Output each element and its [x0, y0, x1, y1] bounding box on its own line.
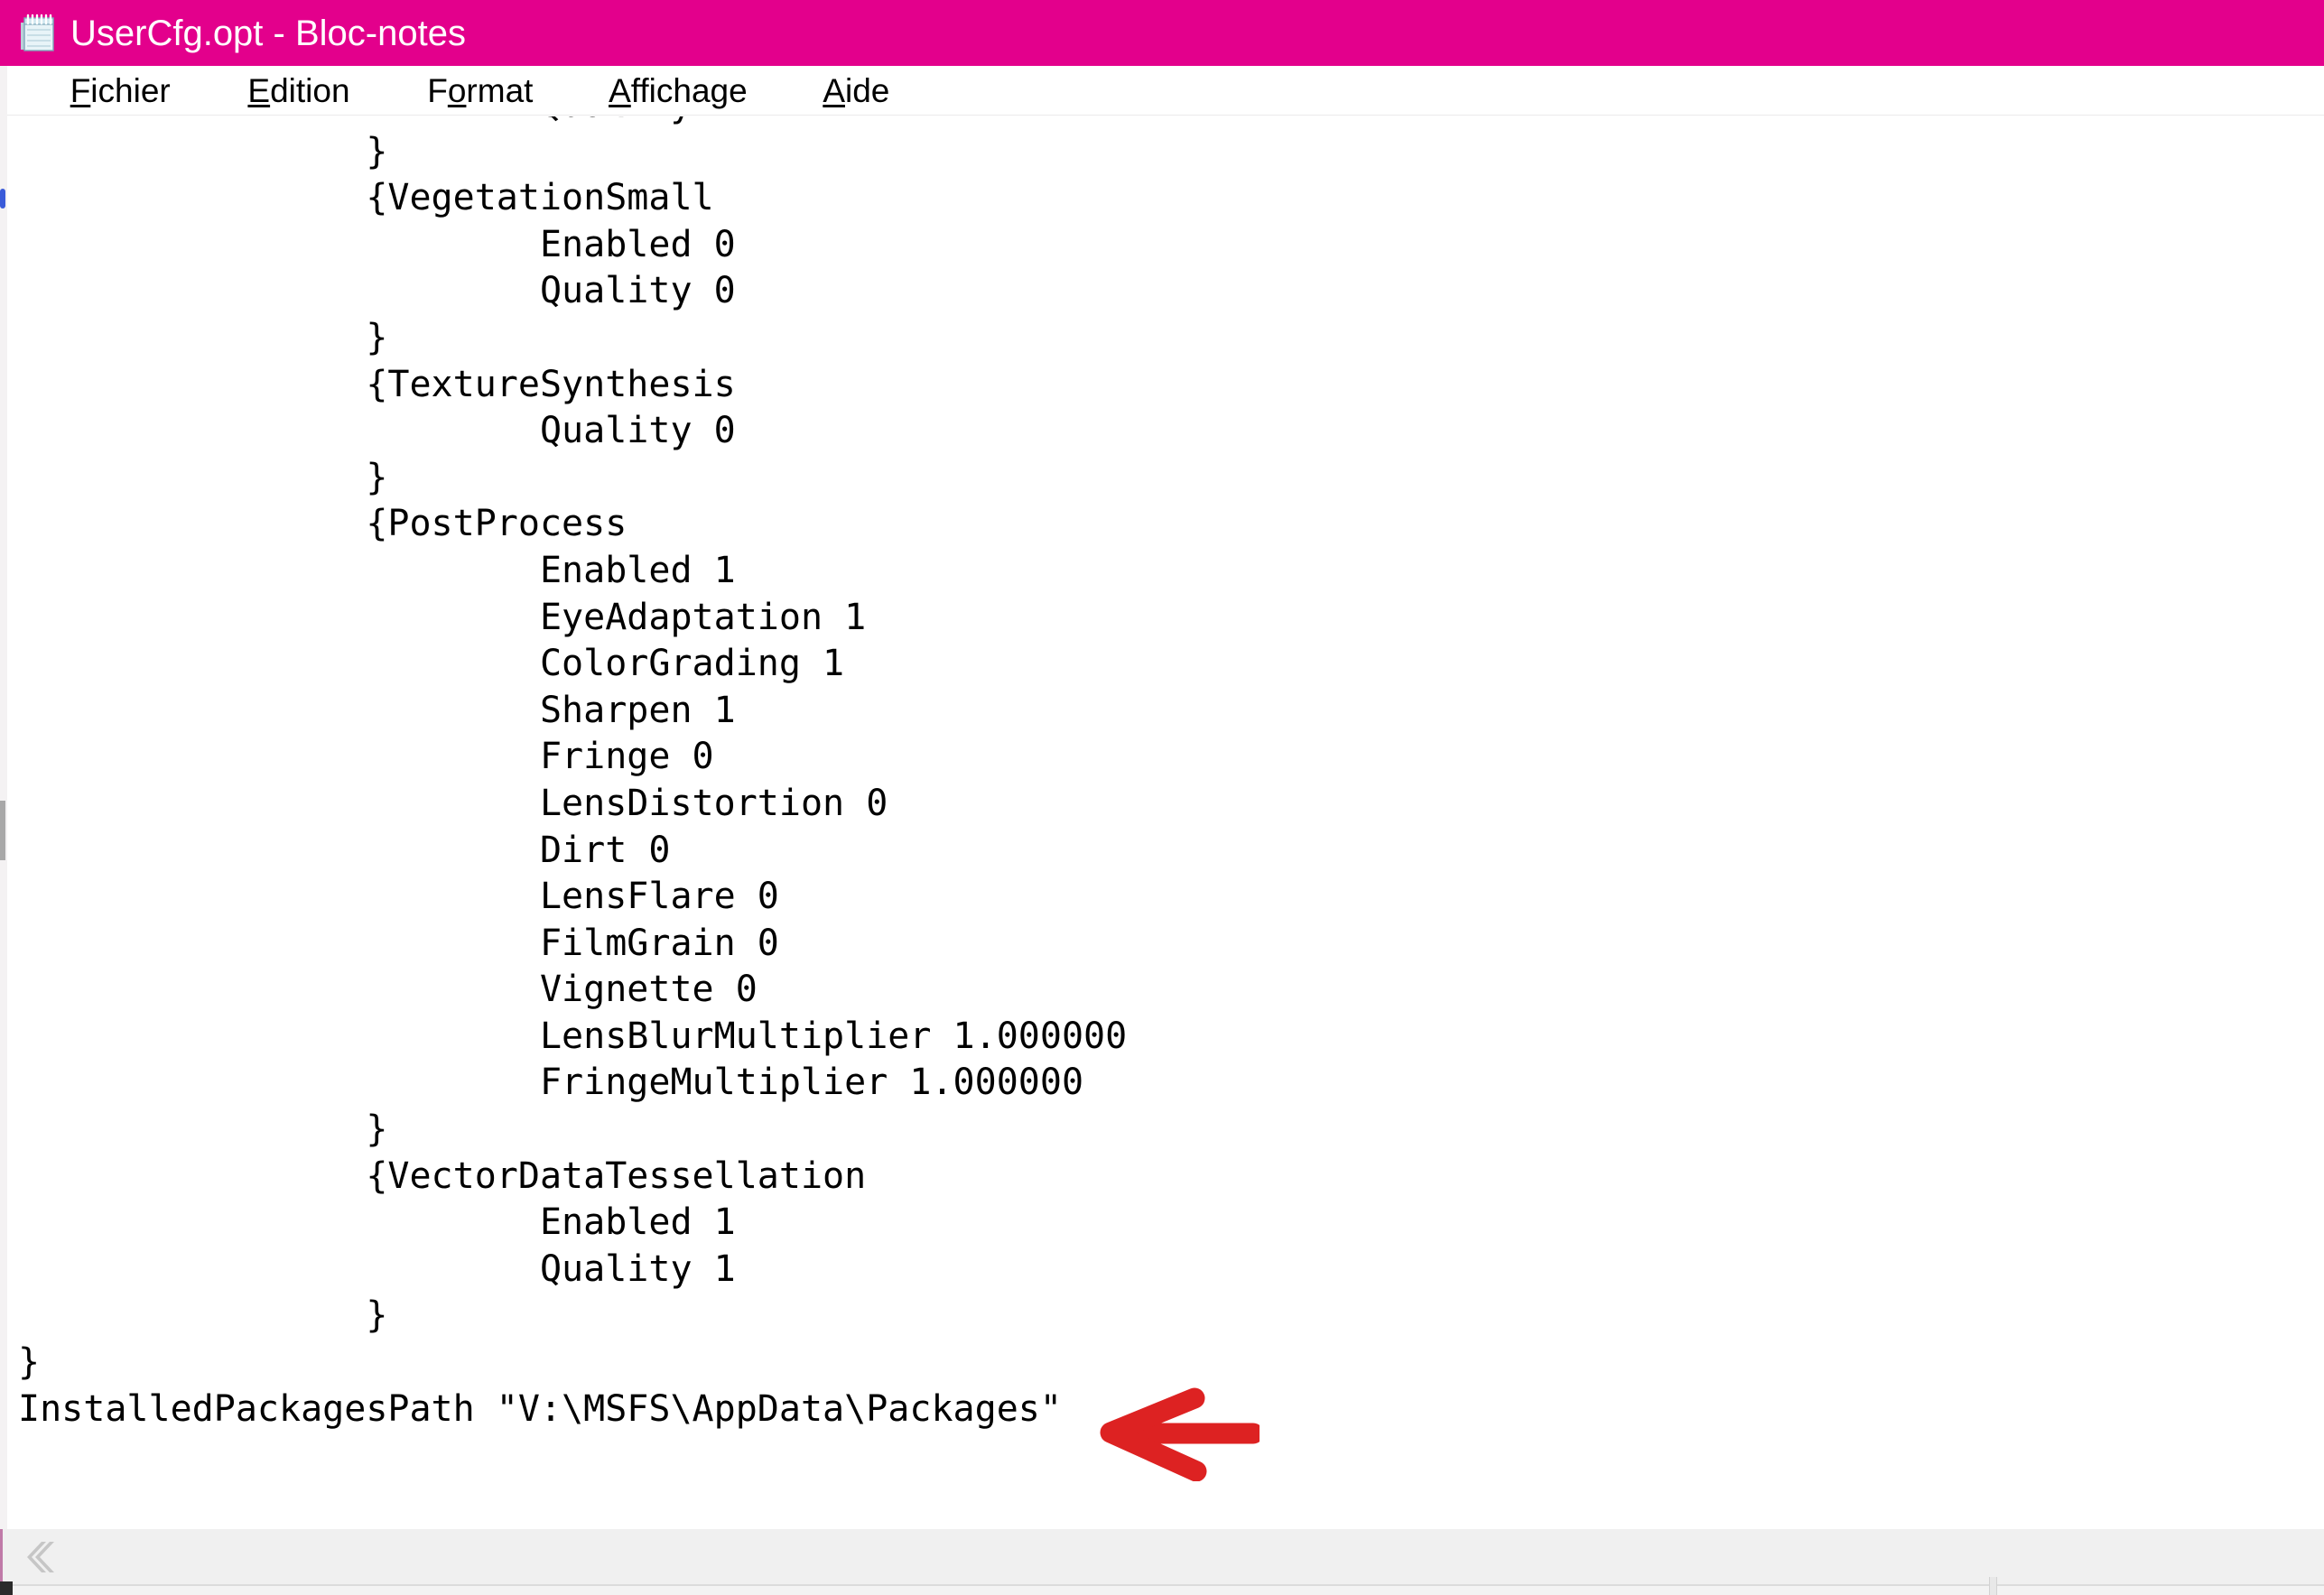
- menu-aide-accel: A: [823, 71, 845, 109]
- menu-edition-accel: E: [247, 71, 271, 109]
- menu-edition-rest: dition: [270, 71, 350, 109]
- menu-affichage-rest: ffichage: [630, 71, 748, 109]
- edge-artifact-blue: [0, 189, 5, 209]
- menu-format-pre: F: [427, 71, 448, 109]
- edge-artifact-grey: [0, 801, 5, 860]
- menu-format-rest: rmat: [466, 71, 534, 109]
- editor-text-area[interactable]: Quality 1 } {VegetationSmall Enabled 0 Q…: [0, 116, 2324, 1529]
- notepad-window: UserCfg.opt - Bloc-notes Fichier Edition…: [0, 0, 2324, 1595]
- scroll-left-button[interactable]: [14, 1529, 66, 1585]
- menu-affichage-accel: A: [609, 71, 631, 109]
- chevron-left-icon: [27, 1542, 54, 1572]
- edge-artifact-dark: [0, 1581, 13, 1595]
- menu-bar: Fichier Edition Format Affichage Aide: [0, 66, 2324, 116]
- editor-content[interactable]: Quality 1 } {VegetationSmall Enabled 0 Q…: [18, 116, 1127, 1433]
- menu-format-accel: o: [447, 71, 467, 109]
- menu-aide-rest: ide: [845, 71, 890, 109]
- horizontal-scrollbar[interactable]: [0, 1529, 2324, 1585]
- scrollbar-resize-grip[interactable]: [1989, 1577, 1997, 1595]
- menu-fichier-rest: ichier: [90, 71, 171, 109]
- scrollbar-bottom-strip: [0, 1585, 2324, 1595]
- menu-fichier-accel: F: [70, 71, 91, 109]
